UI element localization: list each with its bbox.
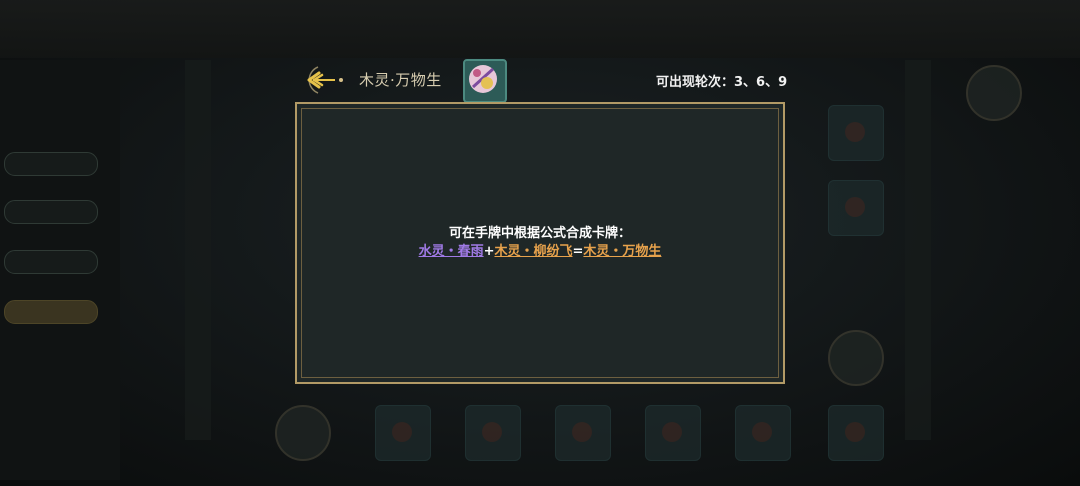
- plus-sign: +: [483, 244, 495, 259]
- ingredient-water-spring-rain-link[interactable]: 水灵・春雨: [419, 244, 484, 259]
- back-arrow-icon: [307, 66, 343, 94]
- decorative-pillar: [905, 60, 931, 440]
- result-wood-everything-link[interactable]: 木灵・万物生: [583, 244, 661, 259]
- equals-sign: =: [572, 244, 584, 259]
- background-tile: [828, 180, 884, 236]
- background-tile: [375, 405, 431, 461]
- left-side-panel: [0, 60, 120, 480]
- appearance-rounds-label: 可出现轮次：3、6、9: [656, 75, 788, 90]
- synthesis-formula: 水灵・春雨+木灵・柳纷飞=木灵・万物生: [297, 243, 783, 261]
- background-orb: [275, 405, 331, 461]
- ingredient-wood-willow-link[interactable]: 木灵・柳纷飞: [494, 244, 572, 259]
- card-title: 木灵·万物生: [359, 71, 442, 89]
- top-bar-background: [0, 0, 1080, 58]
- side-button-background: [4, 200, 98, 224]
- background-tile: [828, 405, 884, 461]
- background-tile: [828, 105, 884, 161]
- side-button-background: [4, 300, 98, 324]
- background-orb: [966, 65, 1022, 121]
- background-orb: [828, 330, 884, 386]
- background-tile: [735, 405, 791, 461]
- back-button[interactable]: [303, 64, 349, 96]
- dialog-content: 可在手牌中根据公式合成卡牌： 水灵・春雨+木灵・柳纷飞=木灵・万物生: [297, 225, 783, 261]
- synthesis-hint: 可在手牌中根据公式合成卡牌：: [448, 226, 631, 241]
- card-info-dialog: 可在手牌中根据公式合成卡牌： 水灵・春雨+木灵・柳纷飞=木灵・万物生: [295, 102, 785, 384]
- background-tile: [555, 405, 611, 461]
- card-thumbnail-icon: [463, 59, 507, 103]
- background-tile: [645, 405, 701, 461]
- background-tile: [465, 405, 521, 461]
- decorative-pillar: [185, 60, 211, 440]
- side-button-background: [4, 152, 98, 176]
- side-button-background: [4, 250, 98, 274]
